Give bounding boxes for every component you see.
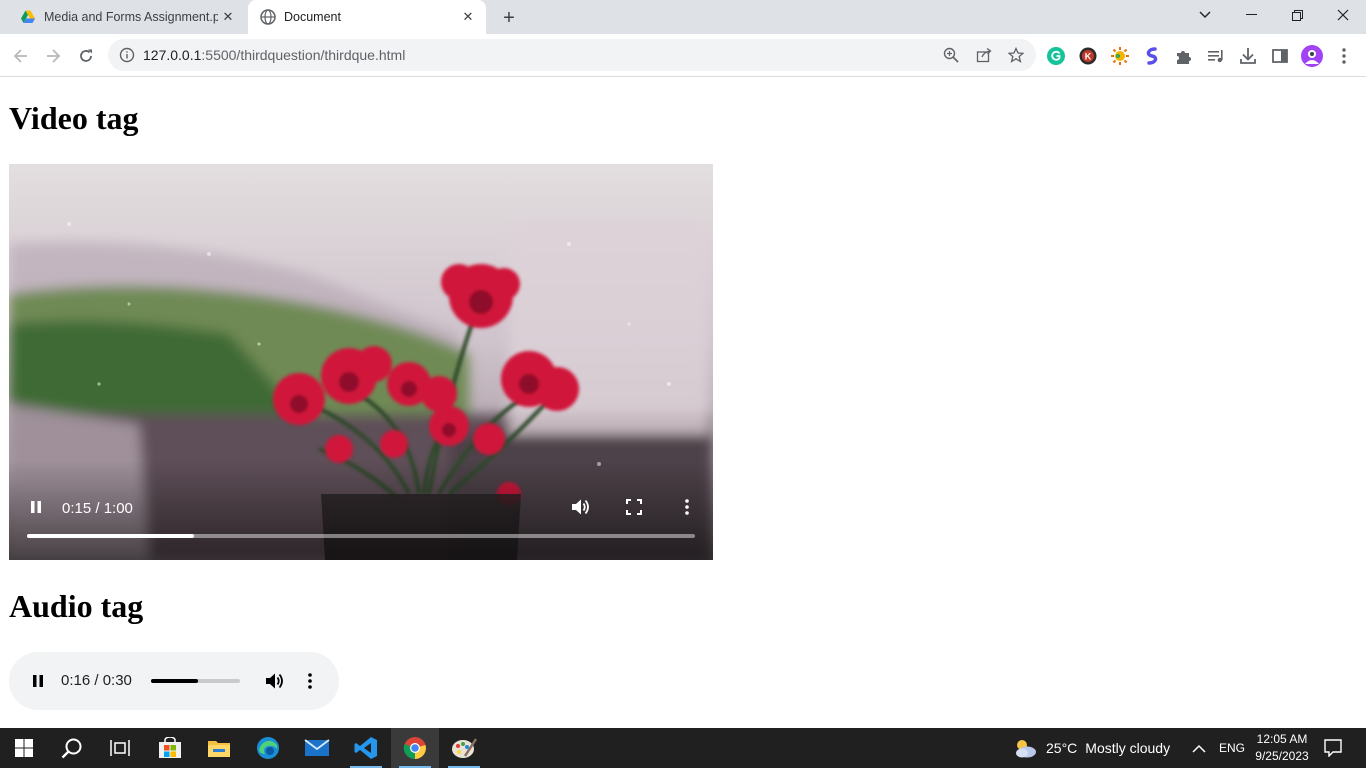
tab-search-chevron-icon[interactable]	[1182, 0, 1228, 30]
google-drive-icon	[20, 9, 36, 25]
sun-extension-icon[interactable]	[1110, 46, 1130, 66]
tab-title: Document	[284, 10, 341, 24]
audio-time-display: 0:16 / 0:30	[61, 672, 132, 689]
kebab-menu-icon[interactable]	[1334, 46, 1354, 66]
language-indicator[interactable]: ENG	[1219, 728, 1245, 768]
file-explorer-icon[interactable]	[195, 728, 243, 768]
audio-volume-button[interactable]	[265, 671, 285, 691]
new-tab-button[interactable]: +	[498, 7, 520, 29]
audio-heading: Audio tag	[9, 588, 144, 624]
audio-more-options-icon[interactable]	[300, 671, 320, 691]
weather-cloud-icon	[1012, 737, 1038, 759]
tab-title: Media and Forms Assignment.pdf	[44, 10, 218, 24]
address-bar[interactable]: 127.0.0.1:5500/thirdquestion/thirdque.ht…	[108, 39, 1036, 71]
tab-media-forms-assignment[interactable]: Media and Forms Assignment.pdf ✕	[8, 0, 246, 34]
close-window-button[interactable]	[1320, 0, 1366, 30]
close-tab-icon[interactable]: ✕	[218, 7, 238, 27]
s-extension-icon[interactable]	[1142, 46, 1162, 66]
weather-condition: Mostly cloudy	[1085, 740, 1171, 756]
video-heading: Video tag	[9, 100, 139, 136]
mail-icon[interactable]	[293, 728, 341, 768]
vscode-icon[interactable]	[342, 728, 390, 768]
back-button[interactable]	[7, 42, 35, 70]
bookmark-star-icon[interactable]	[1007, 46, 1025, 63]
audio-progress-fill	[151, 679, 199, 683]
video-pause-button[interactable]	[26, 497, 46, 517]
minimize-button[interactable]	[1228, 0, 1274, 30]
restore-button[interactable]	[1274, 0, 1320, 30]
task-view-icon[interactable]	[96, 728, 144, 768]
k-extension-icon[interactable]: K	[1078, 46, 1098, 66]
profile-avatar[interactable]	[1301, 45, 1323, 67]
reload-button[interactable]	[72, 42, 100, 70]
video-player[interactable]: 0:15 / 1:00	[9, 164, 713, 560]
video-fullscreen-button[interactable]	[624, 497, 644, 517]
audio-pause-button[interactable]	[28, 671, 48, 691]
video-progress-fill	[27, 534, 194, 538]
page-content: Video tag 0:15 / 1:00 Audio tag 0:16 / 0…	[0, 78, 1366, 728]
start-icon[interactable]	[0, 728, 48, 768]
browser-toolbar: 127.0.0.1:5500/thirdquestion/thirdque.ht…	[0, 34, 1366, 77]
side-panel-icon[interactable]	[1270, 46, 1290, 66]
clock-date: 9/25/2023	[1255, 749, 1309, 763]
search-icon[interactable]	[48, 728, 96, 768]
url-text[interactable]: 127.0.0.1:5500/thirdquestion/thirdque.ht…	[143, 47, 405, 63]
weather-widget[interactable]: 25°C Mostly cloudy	[1012, 728, 1170, 768]
audio-progress-bar[interactable]	[151, 679, 240, 683]
grammarly-icon[interactable]	[1046, 46, 1066, 66]
forward-button[interactable]	[39, 42, 67, 70]
windows-taskbar: 25°C Mostly cloudy ENG 12:05 AM 9/25/202…	[0, 728, 1366, 768]
chrome-icon[interactable]	[391, 728, 439, 768]
notification-center-icon[interactable]	[1324, 728, 1342, 768]
edge-icon[interactable]	[244, 728, 292, 768]
tab-document[interactable]: Document ✕	[248, 0, 486, 590]
video-time-display: 0:15 / 1:00	[62, 500, 133, 517]
show-hidden-icons-chevron[interactable]	[1192, 728, 1206, 768]
share-icon[interactable]	[976, 47, 992, 63]
audio-player[interactable]: 0:16 / 0:30	[9, 652, 339, 710]
globe-icon	[260, 9, 276, 25]
microsoft-store-icon[interactable]	[146, 728, 194, 768]
puzzle-icon[interactable]	[1174, 46, 1194, 66]
video-volume-button[interactable]	[571, 497, 591, 517]
zoom-icon[interactable]	[943, 47, 959, 63]
download-icon[interactable]	[1238, 46, 1258, 66]
media-queue-icon[interactable]	[1206, 46, 1226, 66]
video-progress-bar[interactable]	[27, 534, 695, 538]
tab-strip: Media and Forms Assignment.pdf ✕ Documen…	[0, 0, 1366, 590]
clock-time: 12:05 AM	[1256, 732, 1308, 746]
close-tab-icon[interactable]: ✕	[458, 7, 478, 27]
site-info-icon[interactable]	[119, 47, 135, 68]
weather-temperature: 25°C	[1046, 740, 1078, 756]
svg-text:K: K	[1085, 52, 1092, 62]
video-more-options-icon[interactable]	[677, 497, 697, 517]
system-clock[interactable]: 12:05 AM 9/25/2023	[1250, 731, 1314, 765]
paint-icon[interactable]	[440, 728, 488, 768]
